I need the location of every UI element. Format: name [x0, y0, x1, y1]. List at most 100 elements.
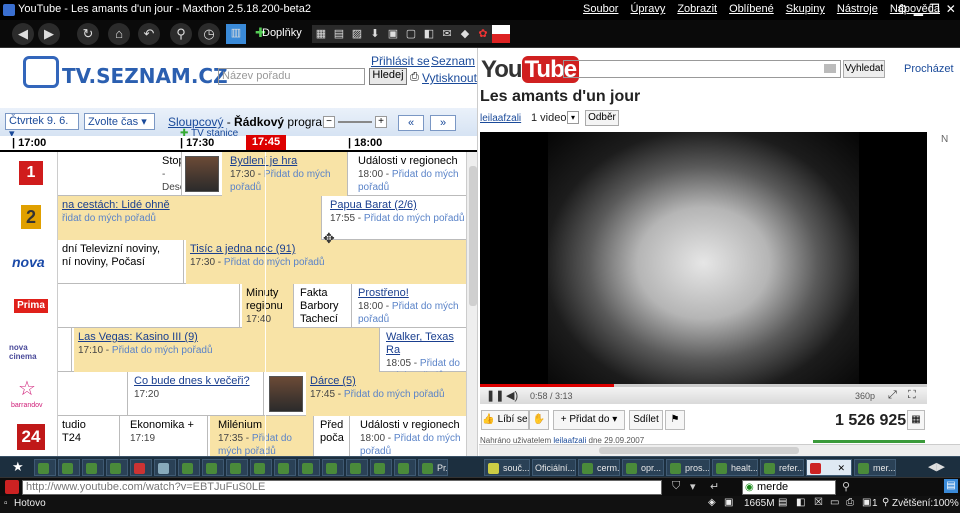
pinned-tab[interactable] [274, 459, 296, 476]
program-title[interactable]: Papua Barat (2/6) [330, 199, 465, 212]
forward-icon[interactable]: ▶ [38, 23, 60, 45]
youtube-horizontal-scrollbar[interactable] [479, 444, 960, 456]
tv-vertical-scrollbar[interactable] [466, 152, 477, 456]
video-frame[interactable] [548, 132, 859, 384]
zoom-track[interactable] [338, 121, 372, 123]
camera-icon[interactable]: ▣ [724, 497, 733, 508]
plugin-icon-10[interactable]: ✿ [474, 25, 492, 43]
status-icon-2[interactable]: ◧ [796, 497, 805, 508]
status-icon-5[interactable]: ⎙ [846, 497, 854, 508]
program-title[interactable]: na cestách: Lidé ohně [62, 199, 317, 212]
menu-soubor[interactable]: Soubor [583, 3, 618, 15]
program-title[interactable]: Prostřeno! [358, 287, 465, 300]
program-cell[interactable]: Minuty regionu 17:40 [242, 284, 294, 328]
dislike-button[interactable]: ✋ [529, 410, 549, 430]
pinned-tab[interactable] [394, 459, 416, 476]
back-icon[interactable]: ◀ [12, 23, 34, 45]
add-to-my-programs-link[interactable]: řidat do mých pořadů [62, 213, 156, 224]
pinned-tab[interactable] [322, 459, 344, 476]
add-to-button[interactable]: + Přidat do ▾ [553, 410, 625, 430]
maximize-icon[interactable]: ❐ [929, 2, 940, 16]
pinned-tab[interactable] [370, 459, 392, 476]
browser-tab-active[interactable]: ✕ [806, 459, 852, 476]
channel-logo-prima[interactable]: Prima [0, 284, 58, 328]
pinned-tab[interactable] [298, 459, 320, 476]
stats-icon[interactable]: ▦ [907, 410, 925, 430]
program-cell[interactable] [58, 328, 72, 372]
video-count-dropdown-icon[interactable]: ▾ [567, 111, 579, 124]
status-icon-1[interactable]: ▤ [778, 497, 787, 508]
minimize-icon[interactable]: ▁ [914, 2, 923, 16]
subscribe-button[interactable]: Odběr [585, 110, 619, 126]
dropdown-icon[interactable]: ▾ [690, 480, 696, 493]
pinned-tab[interactable] [34, 459, 56, 476]
channel-user-link[interactable]: leilaafzali [480, 113, 521, 124]
split-view-icon[interactable]: ▥ [226, 24, 246, 44]
channel-logo-nova[interactable]: nova [0, 240, 58, 284]
next-button[interactable]: » [430, 115, 456, 131]
program-cell[interactable]: Walker, Texas Ra 18:05 - Přidat do mých … [382, 328, 470, 372]
scrollbar-thumb[interactable] [469, 166, 477, 306]
program-cell[interactable]: Události v regionech 18:00 - Přidat do m… [350, 152, 470, 196]
close-icon[interactable]: ✕ [946, 2, 956, 16]
pause-icon[interactable]: ❚❚ [486, 389, 504, 402]
browser-tab[interactable]: refer... [760, 459, 804, 476]
add-to-my-programs-link[interactable]: Přidat do mých pořadů [224, 257, 325, 268]
program-thumbnail[interactable] [185, 156, 219, 192]
pinned-tab[interactable] [58, 459, 80, 476]
settings-icon[interactable]: ⚙ [897, 2, 908, 16]
print-link[interactable]: Vytisknout [422, 71, 477, 85]
scrollbar-thumb[interactable] [599, 447, 799, 454]
zoom-slider[interactable]: − + [323, 116, 387, 130]
pinned-tab[interactable] [154, 459, 176, 476]
pinned-tab[interactable] [106, 459, 128, 476]
plugin-icon-5[interactable]: ▣ [384, 25, 402, 43]
login-link[interactable]: Přihlásit se [371, 54, 430, 68]
browser-tab[interactable]: Pr... [418, 459, 448, 476]
pinned-tab[interactable] [202, 459, 224, 476]
program-cell[interactable] [58, 372, 128, 416]
pinned-tab[interactable] [250, 459, 272, 476]
program-cell[interactable]: Las Vegas: Kasino III (9) 17:10 - Přidat… [74, 328, 380, 372]
go-icon[interactable]: ↵ [710, 480, 719, 493]
czech-flag-icon[interactable] [492, 25, 510, 43]
program-cell[interactable]: Co bude dnes k večeři? 17:20 [130, 372, 264, 416]
menu-nastroje[interactable]: Nástroje [837, 3, 878, 15]
browser-tab[interactable]: mer... [854, 459, 896, 476]
plugin-icon-3[interactable]: ▨ [348, 25, 366, 43]
program-title[interactable]: Las Vegas: Kasino III (9) [78, 331, 375, 344]
plugin-icon-1[interactable]: ▦ [312, 25, 330, 43]
pinned-tab[interactable] [130, 459, 152, 476]
plugin-icon-8[interactable]: ✉ [438, 25, 456, 43]
seznam-link[interactable]: Seznam [431, 54, 475, 68]
program-cell[interactable]: Papua Barat (2/6) 17:55 - Přidat do mých… [326, 196, 470, 240]
day-select[interactable]: Čtvrtek 9. 6. ▾ [5, 113, 79, 140]
favorites-star-icon[interactable]: ★ [12, 459, 24, 475]
pinned-tab[interactable] [82, 459, 104, 476]
fullscreen-icon[interactable]: ⛶ [908, 389, 916, 402]
search-box[interactable]: ◉ merde [742, 480, 836, 495]
zoom-in-icon[interactable]: + [375, 116, 387, 128]
program-cell[interactable]: Prostřeno! 18:00 - Přidat do mých pořadů [354, 284, 470, 328]
url-input[interactable]: http://www.youtube.com/watch?v=EBTJuFuS0… [22, 480, 662, 495]
addons-button[interactable]: Doplňky [262, 27, 302, 39]
plugin-icon-4[interactable]: ⬇ [366, 25, 384, 43]
menu-oblibene[interactable]: Oblíbené [729, 3, 774, 15]
program-cell[interactable]: Stop - Desc [158, 152, 182, 196]
pinned-tab[interactable] [346, 459, 368, 476]
search-go-icon[interactable]: ⚲ [842, 480, 850, 493]
video-player[interactable] [480, 132, 927, 384]
flag-icon[interactable]: ⚑ [665, 410, 685, 430]
add-to-my-programs-link[interactable]: Přidat do mých pořadů [112, 345, 213, 356]
add-to-my-programs-link[interactable]: Přidat do mých pořadů [344, 389, 445, 400]
youtube-search-button[interactable]: Vyhledat [843, 60, 885, 78]
tab-close-icon[interactable]: ✕ [837, 460, 845, 475]
program-title[interactable]: Walker, Texas Ra [386, 331, 465, 357]
program-cell[interactable]: Fakta Barbory Tachecí [296, 284, 352, 328]
plugin-icon-6[interactable]: ▢ [402, 25, 420, 43]
channel-logo-barrandov[interactable]: ☆ barrandov [0, 372, 58, 416]
browser-tab[interactable]: pros... [666, 459, 710, 476]
program-title[interactable]: Dárce (5) [310, 375, 465, 388]
channel-logo-nova-cinema[interactable]: nova cinema [0, 328, 58, 372]
browse-link[interactable]: Procházet [904, 63, 954, 75]
